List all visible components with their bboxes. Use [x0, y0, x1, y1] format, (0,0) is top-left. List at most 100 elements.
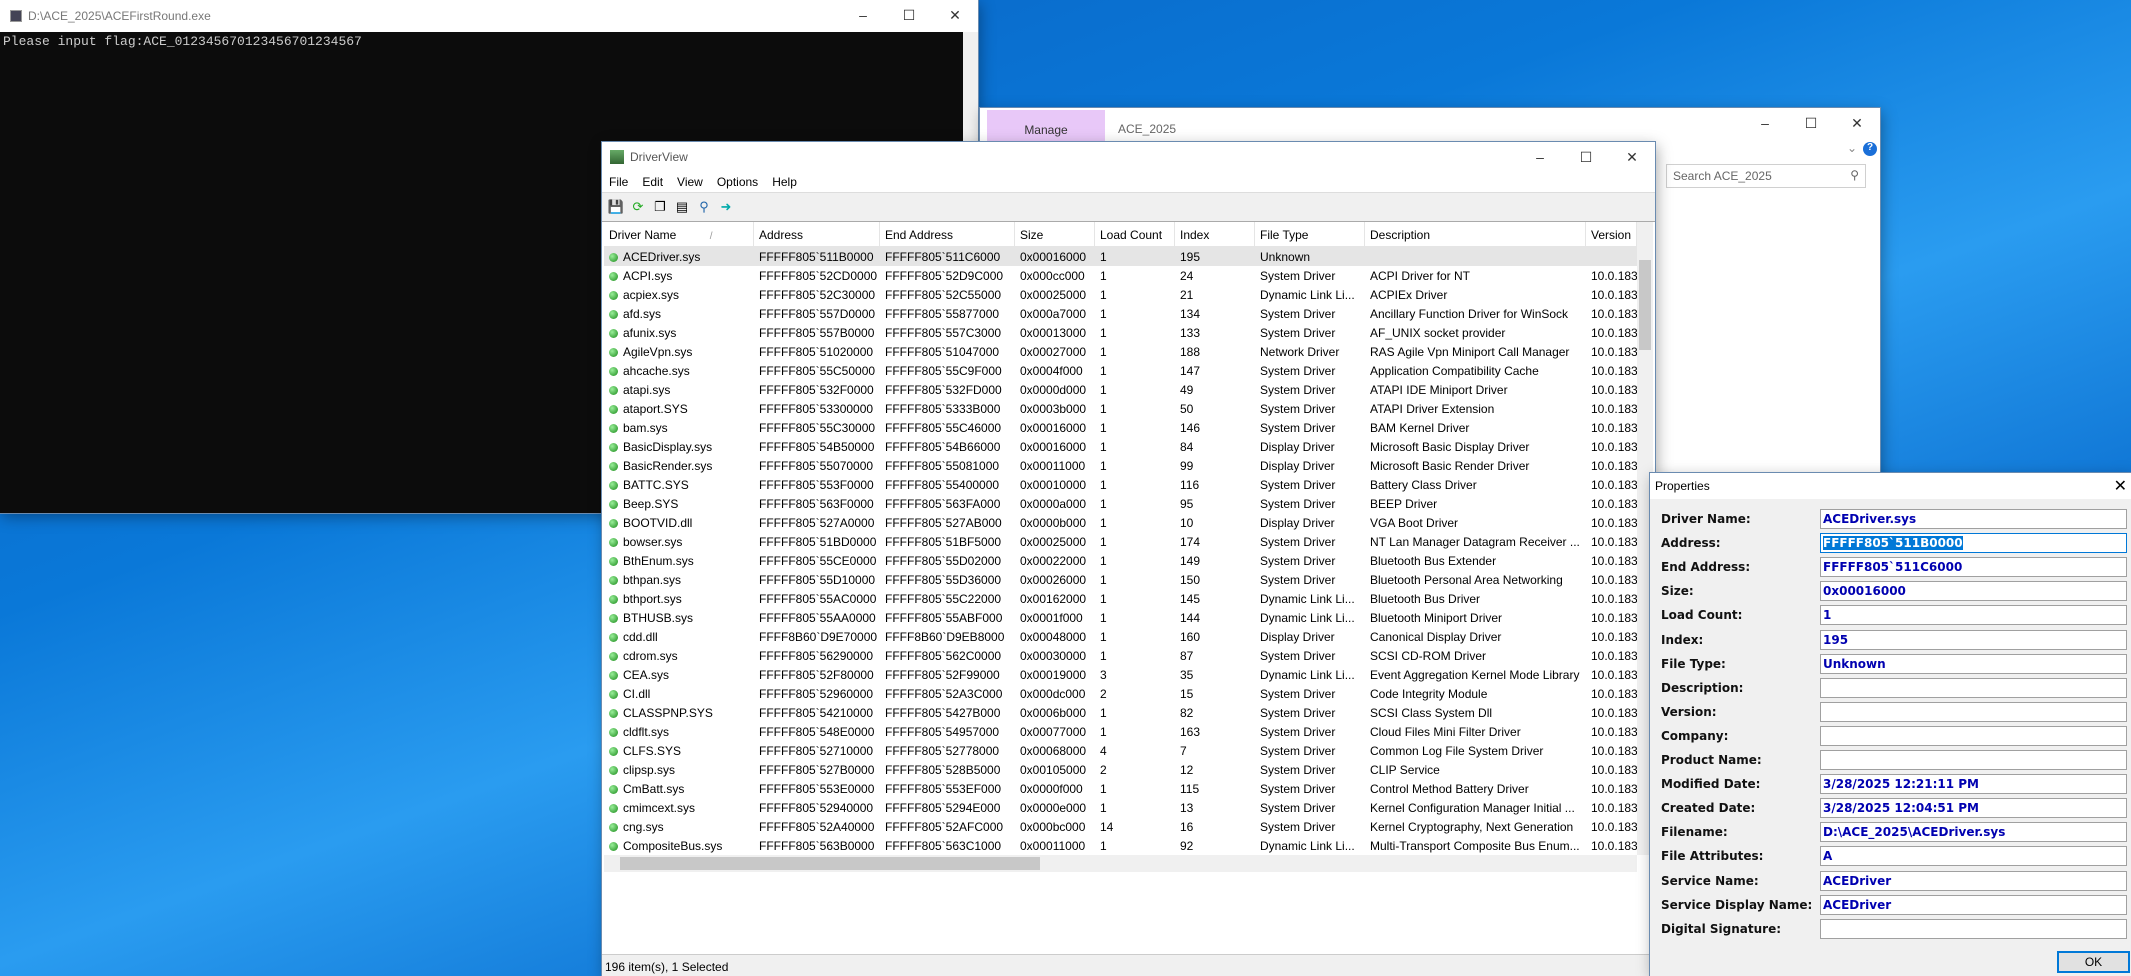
column-load-count[interactable]: Load Count — [1095, 222, 1175, 246]
menu-options[interactable]: Options — [717, 175, 758, 189]
minimize-button[interactable]: – — [1517, 142, 1563, 172]
column-file-type[interactable]: File Type — [1255, 222, 1365, 246]
cell-end-address: FFFFF805`557C3000 — [885, 325, 1002, 340]
minimize-button[interactable]: – — [840, 0, 886, 30]
properties-titlebar[interactable]: Properties — [1650, 473, 2131, 499]
table-row[interactable]: CmBatt.sys FFFFF805`553E0000 FFFFF805`553E… — [604, 779, 1637, 798]
table-row[interactable]: bthport.sys FFFFF805`55AC0000 FFFFF805`55C… — [604, 589, 1637, 608]
table-row[interactable]: cmimcext.sys FFFFF805`52940000 FFFFF805`52… — [604, 798, 1637, 817]
table-row[interactable]: CLASSPNP.SYS FFFFF805`54210000 FFFFF805`54… — [604, 703, 1637, 722]
refresh-icon[interactable]: ⟳ — [630, 199, 646, 215]
property-value-field[interactable]: 0x00016000 — [1820, 581, 2127, 602]
property-value-field[interactable]: ACEDriver — [1820, 870, 2127, 891]
table-row[interactable]: cdd.dll FFFF8B60`D9E70000 FFFF8B60`D9EB800… — [604, 627, 1637, 646]
table-row[interactable]: ACPI.sys FFFFF805`52CD0000 FFFFF805`52D9C0… — [604, 266, 1637, 285]
ok-button[interactable]: OK — [2057, 951, 2130, 973]
table-row[interactable]: CEA.sys FFFFF805`52F80000 FFFFF805`52F9900… — [604, 665, 1637, 684]
property-value-field[interactable] — [1820, 677, 2127, 698]
table-row[interactable]: bam.sys FFFFF805`55C30000 FFFFF805`55C4600… — [604, 418, 1637, 437]
table-row[interactable]: cdrom.sys FFFFF805`56290000 FFFFF805`562C0… — [604, 646, 1637, 665]
find-icon[interactable]: ⚲ — [696, 199, 712, 215]
menu-edit[interactable]: Edit — [642, 175, 663, 189]
column-index[interactable]: Index — [1175, 222, 1255, 246]
close-button[interactable]: ✕ — [1609, 142, 1655, 172]
close-button[interactable]: ✕ — [1834, 108, 1880, 138]
property-value-field[interactable]: 3/28/2025 12:04:51 PM — [1820, 798, 2127, 819]
table-row[interactable]: acpiex.sys FFFFF805`52C30000 FFFFF805`52C5… — [604, 285, 1637, 304]
table-row[interactable]: BasicRender.sys FFFFF805`55070000 FFFFF805… — [604, 456, 1637, 475]
property-label: File Attributes: — [1661, 849, 1764, 864]
save-icon[interactable]: 💾 — [608, 199, 624, 215]
column-address[interactable]: Address — [754, 222, 880, 246]
maximize-button[interactable]: ☐ — [1563, 142, 1609, 172]
driver-list[interactable]: Driver Name / Address End Address Size L… — [604, 222, 1637, 855]
property-value-field[interactable]: Unknown — [1820, 653, 2127, 674]
maximize-button[interactable]: ☐ — [886, 0, 932, 30]
table-row[interactable]: clipsp.sys FFFFF805`527B0000 FFFFF805`528B… — [604, 760, 1637, 779]
property-value-field[interactable]: ACEDriver.sys — [1820, 509, 2127, 529]
cell-address: FFFFF805`54B50000 — [759, 439, 875, 454]
property-value-field[interactable]: FFFFF805`511C6000 — [1820, 557, 2127, 578]
table-row[interactable]: cldflt.sys FFFFF805`548E0000 FFFFF805`5495… — [604, 722, 1637, 741]
console-titlebar[interactable]: D:\ACE_2025\ACEFirstRound.exe — [0, 0, 978, 32]
cell-load-count: 1 — [1100, 534, 1107, 549]
help-icon[interactable]: ? — [1863, 142, 1877, 156]
copy-icon[interactable]: ❐ — [652, 199, 668, 215]
exit-icon[interactable]: ➜ — [718, 199, 734, 215]
table-row[interactable]: cng.sys FFFFF805`52A40000 FFFFF805`52AFC00… — [604, 817, 1637, 836]
table-row[interactable]: ahcache.sys FFFFF805`55C50000 FFFFF805`55C… — [604, 361, 1637, 380]
table-row[interactable]: atapi.sys FFFFF805`532F0000 FFFFF805`532FD… — [604, 380, 1637, 399]
menu-file[interactable]: File — [609, 175, 628, 189]
property-value-field[interactable]: 195 — [1820, 629, 2127, 650]
cell-load-count: 14 — [1100, 819, 1114, 834]
cell-end-address: FFFFF805`52C55000 — [885, 287, 1002, 302]
property-value-field[interactable]: ACEDriver — [1820, 894, 2127, 915]
table-row[interactable]: BTHUSB.sys FFFFF805`55AA0000 FFFFF805`55AB… — [604, 608, 1637, 627]
menu-view[interactable]: View — [677, 175, 703, 189]
column-end-address[interactable]: End Address — [880, 222, 1015, 246]
table-row[interactable]: CI.dll FFFFF805`52960000 FFFFF805`52A3C000… — [604, 684, 1637, 703]
close-button[interactable]: ✕ — [932, 0, 978, 30]
table-row[interactable]: Beep.SYS FFFFF805`563F0000 FFFFF805`563FA0… — [604, 494, 1637, 513]
column-driver-name[interactable]: Driver Name / — [604, 222, 754, 246]
table-row[interactable]: afunix.sys FFFFF805`557B0000 FFFFF805`557C… — [604, 323, 1637, 342]
column-size[interactable]: Size — [1015, 222, 1095, 246]
search-input[interactable]: Search ACE_2025 ⚲ — [1666, 164, 1866, 188]
table-row[interactable]: BATTC.SYS FFFFF805`553F0000 FFFFF805`55400… — [604, 475, 1637, 494]
table-row[interactable]: BthEnum.sys FFFFF805`55CE0000 FFFFF805`55D… — [604, 551, 1637, 570]
minimize-button[interactable]: – — [1742, 108, 1788, 138]
ribbon-expand-chevron-icon[interactable]: ⌄ — [1847, 141, 1857, 155]
cell-end-address: FFFFF805`52A3C000 — [885, 686, 1003, 701]
close-icon[interactable]: ✕ — [2114, 476, 2127, 495]
table-row[interactable]: ataport.SYS FFFFF805`53300000 FFFFF805`533… — [604, 399, 1637, 418]
table-row[interactable]: AgileVpn.sys FFFFF805`51020000 FFFFF805`51… — [604, 342, 1637, 361]
cell-end-address: FFFFF805`55D02000 — [885, 553, 1002, 568]
table-row[interactable]: afd.sys FFFFF805`557D0000 FFFFF805`5587700… — [604, 304, 1637, 323]
column-description[interactable]: Description — [1365, 222, 1586, 246]
driverview-titlebar[interactable]: DriverView — [602, 142, 1655, 172]
table-row[interactable]: BasicDisplay.sys FFFFF805`54B50000 FFFFF80… — [604, 437, 1637, 456]
cell-load-count: 1 — [1100, 439, 1107, 454]
property-value-field[interactable]: A — [1820, 846, 2127, 867]
menu-help[interactable]: Help — [772, 175, 797, 189]
table-row[interactable]: bowser.sys FFFFF805`51BD0000 FFFFF805`51BF… — [604, 532, 1637, 551]
properties-icon[interactable]: ▤ — [674, 199, 690, 215]
property-value-field[interactable] — [1820, 918, 2127, 939]
property-value-field[interactable] — [1820, 701, 2127, 722]
column-version[interactable]: Version — [1586, 222, 1637, 246]
horizontal-scrollbar[interactable] — [604, 855, 1637, 872]
property-value-field[interactable]: 3/28/2025 12:21:11 PM — [1820, 774, 2127, 795]
table-row[interactable]: BOOTVID.dll FFFFF805`527A0000 FFFFF805`527… — [604, 513, 1637, 532]
maximize-button[interactable]: ☐ — [1788, 108, 1834, 138]
cell-address: FFFFF805`52C30000 — [759, 287, 876, 302]
property-value-field[interactable]: D:\ACE_2025\ACEDriver.sys — [1820, 822, 2127, 843]
property-value-field[interactable]: FFFFF805`511B0000 — [1820, 533, 2127, 554]
table-row[interactable]: ACEDriver.sys FFFFF805`511B0000 FFFFF805`5… — [604, 247, 1637, 266]
table-row[interactable]: CompositeBus.sys FFFFF805`563B0000 FFFFF80… — [604, 836, 1637, 855]
property-value-field[interactable] — [1820, 750, 2127, 770]
property-value-field[interactable] — [1820, 725, 2127, 746]
property-value-field[interactable]: 1 — [1820, 605, 2127, 626]
table-row[interactable]: CLFS.SYS FFFFF805`52710000 FFFFF805`527780… — [604, 741, 1637, 760]
table-row[interactable]: bthpan.sys FFFFF805`55D10000 FFFFF805`55D3… — [604, 570, 1637, 589]
search-placeholder: Search ACE_2025 — [1673, 169, 1772, 183]
